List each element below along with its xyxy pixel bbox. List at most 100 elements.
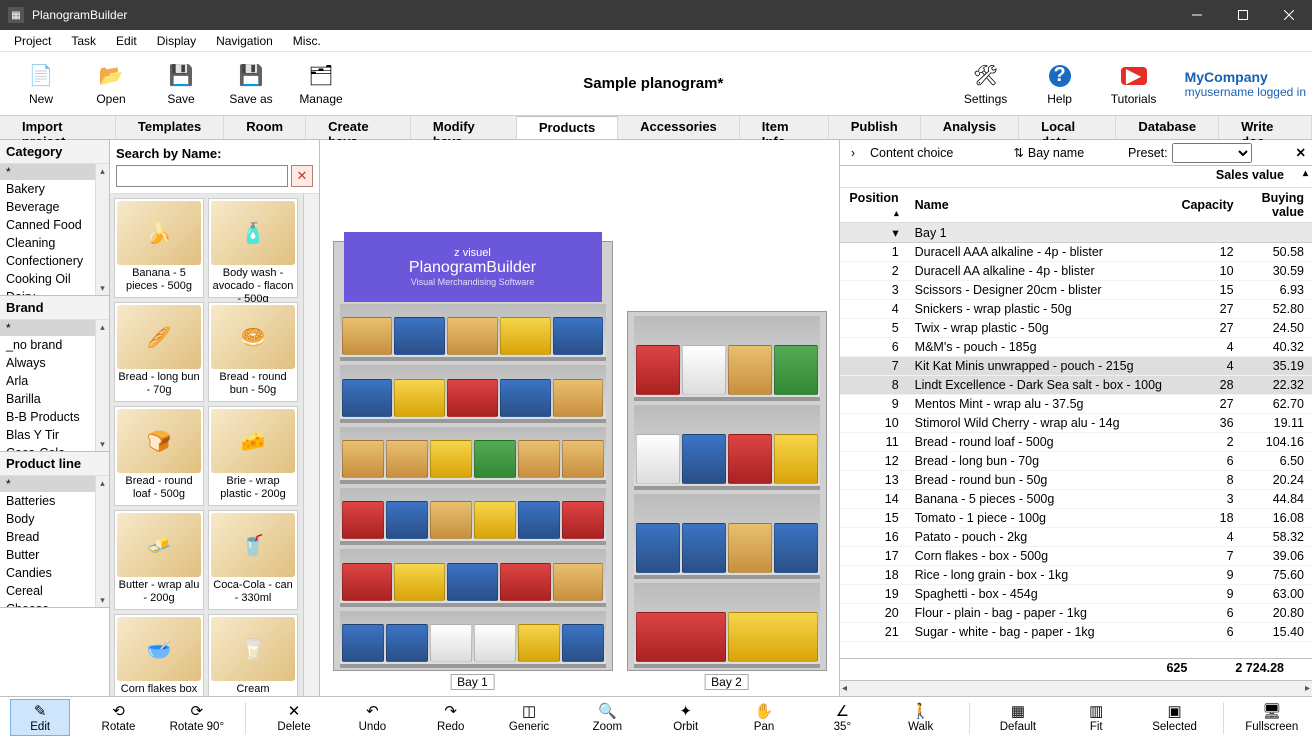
filter-item[interactable]: Coca-Cola bbox=[0, 444, 109, 451]
tab-room[interactable]: Room bbox=[224, 116, 306, 139]
col-position[interactable]: Position ▴ bbox=[840, 188, 907, 223]
filter-line-list[interactable]: *BatteriesBodyBreadButterCandiesCerealCh… bbox=[0, 476, 109, 607]
table-row[interactable]: 14Banana - 5 pieces - 500g344.84 bbox=[840, 490, 1312, 509]
table-row[interactable]: 19Spaghetti - box - 454g963.00 bbox=[840, 585, 1312, 604]
filter-item[interactable]: Bakery bbox=[0, 180, 109, 198]
filter-item[interactable]: Always bbox=[0, 354, 109, 372]
bay-name-label[interactable]: Bay name bbox=[1028, 146, 1084, 160]
table-row[interactable]: 17Corn flakes - box - 500g739.06 bbox=[840, 547, 1312, 566]
scroll-up-icon[interactable]: ▴ bbox=[1303, 168, 1308, 179]
close-panel-button[interactable]: ✕ bbox=[1296, 145, 1306, 160]
tab-create-bays[interactable]: Create bays bbox=[306, 116, 411, 139]
filter-item[interactable]: Butter bbox=[0, 546, 109, 564]
filter-item[interactable]: Body bbox=[0, 510, 109, 528]
product-card[interactable]: 🥛Cream bbox=[208, 614, 298, 696]
bay-2[interactable]: Bay 2 bbox=[627, 311, 827, 671]
settings-button[interactable]: 🛠 Settings bbox=[951, 56, 1021, 112]
menu-misc[interactable]: Misc. bbox=[283, 32, 331, 50]
table-row[interactable]: 4Snickers - wrap plastic - 50g2752.80 bbox=[840, 300, 1312, 319]
tutorials-button[interactable]: ▶ Tutorials bbox=[1099, 56, 1169, 112]
filter-brand-scrollbar[interactable]: ▴▾ bbox=[95, 320, 109, 451]
table-row[interactable]: 7Kit Kat Minis unwrapped - pouch - 215g4… bbox=[840, 357, 1312, 376]
tab-templates[interactable]: Templates bbox=[116, 116, 224, 139]
edit-button[interactable]: ✎Edit bbox=[10, 699, 70, 736]
filter-item[interactable]: Batteries bbox=[0, 492, 109, 510]
generic-button[interactable]: ◫Generic bbox=[499, 699, 559, 736]
menu-display[interactable]: Display bbox=[147, 32, 206, 50]
tab-local-data[interactable]: Local data bbox=[1019, 116, 1116, 139]
selected-button[interactable]: ▣Selected bbox=[1144, 699, 1204, 736]
new-button[interactable]: 📄 New bbox=[6, 56, 76, 112]
undo-button[interactable]: ↶Undo bbox=[342, 699, 402, 736]
bay-group-row[interactable]: ▾Bay 1 bbox=[840, 223, 1312, 243]
tab-database[interactable]: Database bbox=[1116, 116, 1219, 139]
table-row[interactable]: 11Bread - round loaf - 500g2104.16 bbox=[840, 433, 1312, 452]
tab-accessories[interactable]: Accessories bbox=[618, 116, 740, 139]
filter-item[interactable]: Canned Food bbox=[0, 216, 109, 234]
close-button[interactable] bbox=[1266, 0, 1312, 30]
filter-item[interactable]: Candies bbox=[0, 564, 109, 582]
product-card[interactable]: 🍌Banana - 5 pieces - 500g bbox=[114, 198, 204, 298]
catalog-grid[interactable]: 🍌Banana - 5 pieces - 500g🧴Body wash - av… bbox=[110, 194, 319, 696]
tab-products[interactable]: Products bbox=[517, 116, 618, 139]
angle-button[interactable]: ∠35° bbox=[812, 699, 872, 736]
filter-line-all[interactable]: * bbox=[0, 476, 109, 492]
product-card[interactable]: 🍞Bread - round loaf - 500g bbox=[114, 406, 204, 506]
filter-brand-all[interactable]: * bbox=[0, 320, 109, 336]
table-row[interactable]: 21Sugar - white - bag - paper - 1kg615.4… bbox=[840, 623, 1312, 642]
product-card[interactable]: 🥣Corn flakes box bbox=[114, 614, 204, 696]
filter-category-all[interactable]: * bbox=[0, 164, 109, 180]
maximize-button[interactable] bbox=[1220, 0, 1266, 30]
product-card[interactable]: 🥖Bread - long bun - 70g bbox=[114, 302, 204, 402]
default-button[interactable]: ▦Default bbox=[988, 699, 1048, 736]
table-row[interactable]: 1Duracell AAA alkaline - 4p - blister125… bbox=[840, 243, 1312, 262]
filter-category-list[interactable]: *BakeryBeverageCanned FoodCleaningConfec… bbox=[0, 164, 109, 295]
tab-write-doc[interactable]: Write doc bbox=[1219, 116, 1312, 139]
zoom-button[interactable]: 🔍Zoom bbox=[577, 699, 637, 736]
open-button[interactable]: 📂 Open bbox=[76, 56, 146, 112]
orbit-button[interactable]: ✦Orbit bbox=[656, 699, 716, 736]
table-row[interactable]: 18Rice - long grain - box - 1kg975.60 bbox=[840, 566, 1312, 585]
menu-task[interactable]: Task bbox=[61, 32, 106, 50]
product-card[interactable]: 🧀Brie - wrap plastic - 200g bbox=[208, 406, 298, 506]
table-row[interactable]: 3Scissors - Designer 20cm - blister156.9… bbox=[840, 281, 1312, 300]
filter-item[interactable]: B-B Products bbox=[0, 408, 109, 426]
table-row[interactable]: 9Mentos Mint - wrap alu - 37.5g2762.70 bbox=[840, 395, 1312, 414]
menu-edit[interactable]: Edit bbox=[106, 32, 147, 50]
filter-category-scrollbar[interactable]: ▴▾ bbox=[95, 164, 109, 295]
product-card[interactable]: 🧴Body wash - avocado - flacon - 500g bbox=[208, 198, 298, 298]
filter-item[interactable]: Arla bbox=[0, 372, 109, 390]
filter-item[interactable]: Blas Y Tir bbox=[0, 426, 109, 444]
pan-button[interactable]: ✋Pan bbox=[734, 699, 794, 736]
filter-item[interactable]: Cereal bbox=[0, 582, 109, 600]
table-wrap[interactable]: Position ▴ Name Capacity Buying value ▾B… bbox=[840, 188, 1312, 658]
product-card[interactable]: 🥯Bread - round bun - 50g bbox=[208, 302, 298, 402]
delete-button[interactable]: ✕Delete bbox=[264, 699, 324, 736]
tab-item-info[interactable]: Item Info bbox=[740, 116, 829, 139]
rotate-button[interactable]: ⟲Rotate bbox=[88, 699, 148, 736]
menu-project[interactable]: Project bbox=[4, 32, 61, 50]
table-row[interactable]: 15Tomato - 1 piece - 100g1816.08 bbox=[840, 509, 1312, 528]
filter-item[interactable]: _no brand bbox=[0, 336, 109, 354]
save-button[interactable]: 💾 Save bbox=[146, 56, 216, 112]
filter-item[interactable]: Cleaning bbox=[0, 234, 109, 252]
viewport-3d[interactable]: z visuel PlanogramBuilder Visual Merchan… bbox=[320, 140, 840, 696]
product-card[interactable]: 🧈Butter - wrap alu - 200g bbox=[114, 510, 204, 610]
manage-button[interactable]: 🗂 Manage bbox=[286, 56, 356, 112]
filter-item[interactable]: Cheese bbox=[0, 600, 109, 607]
table-row[interactable]: 16Patato - pouch - 2kg458.32 bbox=[840, 528, 1312, 547]
chevron-right-icon[interactable]: › bbox=[846, 146, 860, 160]
help-button[interactable]: ? Help bbox=[1025, 56, 1095, 112]
product-card[interactable]: 🥤Coca-Cola - can - 330ml bbox=[208, 510, 298, 610]
clear-search-button[interactable]: ✕ bbox=[291, 165, 313, 187]
col-name[interactable]: Name bbox=[907, 188, 1170, 223]
col-buying-value[interactable]: Buying value bbox=[1242, 188, 1312, 223]
table-row[interactable]: 2Duracell AA alkaline - 4p - blister1030… bbox=[840, 262, 1312, 281]
filter-item[interactable]: Dairy bbox=[0, 288, 109, 295]
tab-analysis[interactable]: Analysis bbox=[921, 116, 1019, 139]
content-choice-label[interactable]: Content choice bbox=[870, 146, 953, 160]
rotate90-button[interactable]: ⟳Rotate 90° bbox=[167, 699, 227, 736]
table-row[interactable]: 6M&M's - pouch - 185g440.32 bbox=[840, 338, 1312, 357]
filter-item[interactable]: Beverage bbox=[0, 198, 109, 216]
table-row[interactable]: 20Flour - plain - bag - paper - 1kg620.8… bbox=[840, 604, 1312, 623]
